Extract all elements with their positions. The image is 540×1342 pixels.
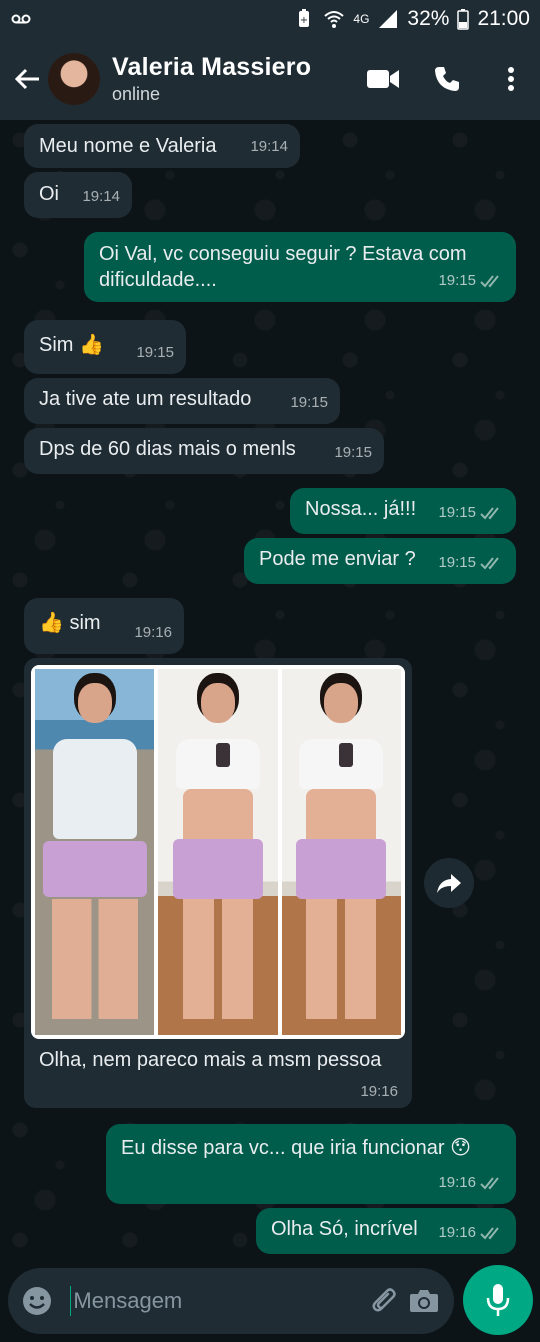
contact-info[interactable]: Valeria Massiero online [112,53,358,105]
wifi-icon [323,8,345,30]
message-incoming[interactable]: Meu nome e Valeria 19:14 [24,124,300,168]
message-time: 19:15 [136,344,174,361]
message-text: Oi [39,183,59,205]
emoji-button[interactable] [22,1283,52,1319]
message-outgoing[interactable]: Eu disse para vc... que iria funcionar 😯… [106,1124,516,1204]
camera-button[interactable] [409,1279,440,1323]
read-ticks-icon [480,275,499,288]
contact-status: online [112,84,161,104]
message-outgoing[interactable]: Pode me enviar ? 19:15 [244,538,516,584]
before-after-photo[interactable] [31,665,405,1039]
battery-percent: 32% [407,7,450,30]
message-input[interactable] [73,1288,362,1314]
message-time: 19:16 [360,1083,398,1100]
message-outgoing[interactable]: Nossa... já!!! 19:15 [290,488,516,534]
message-time: 19:15 [438,272,476,289]
forward-button[interactable] [424,858,474,908]
chat-header: Valeria Massiero online [0,38,540,120]
emoji-icon [23,1287,51,1315]
message-time: 19:15 [438,504,476,521]
message-outgoing[interactable]: Olha Só, incrível 19:16 [256,1208,516,1254]
message-time: 19:15 [290,394,328,411]
chat-area[interactable]: Meu nome e Valeria 19:14 Oi 19:14 Oi Val… [0,120,540,1265]
message-text: Ja tive ate um resultado [39,388,252,410]
battery-saver-icon: + [293,8,315,30]
contact-name: Valeria Massiero [112,53,312,81]
message-text: 👍 sim [39,612,101,634]
message-text: Meu nome e Valeria [39,135,217,157]
photo-panel-after-1 [158,669,278,1035]
phone-icon [435,67,459,91]
image-caption: Olha, nem pareco mais a msm pessoa [39,1049,382,1071]
back-arrow-icon [14,68,39,90]
message-outgoing[interactable]: Oi Val, vc conseguiu seguir ? Estava com… [84,232,516,302]
back-button[interactable] [4,56,50,102]
message-incoming[interactable]: Ja tive ate um resultado 19:15 [24,378,340,424]
avatar[interactable] [48,53,100,105]
network-type: 4G [353,12,370,26]
forward-icon [437,874,461,893]
video-call-button[interactable] [358,54,408,104]
message-text: Nossa... já!!! [305,498,417,520]
message-incoming[interactable]: Oi 19:14 [24,172,132,218]
status-bar: + 4G 32% 21:00 [0,0,540,38]
clock: 21:00 [477,7,530,30]
message-text: Dps de 60 dias mais o menls [39,438,296,460]
voicemail-icon [10,8,32,30]
attach-button[interactable] [369,1279,400,1323]
message-text: Pode me enviar ? [259,548,416,570]
message-time: 19:16 [438,1174,476,1191]
message-time: 19:16 [134,624,172,641]
attach-icon [372,1288,396,1312]
signal-icon [377,8,399,30]
message-time: 19:15 [334,444,372,461]
camera-icon [410,1290,439,1312]
message-time: 19:14 [250,138,288,155]
message-incoming[interactable]: 👍 sim 19:16 [24,598,184,654]
mic-icon [486,1284,510,1316]
message-text: Oi Val, vc conseguiu seguir ? Estava com… [99,243,467,291]
message-time: 19:16 [438,1224,476,1241]
text-cursor [70,1286,72,1316]
more-vert-icon [508,67,514,91]
read-ticks-icon [480,507,499,520]
video-call-icon [367,70,399,88]
message-text: Sim 👍 [39,334,104,356]
message-time: 19:15 [438,554,476,571]
more-options-button[interactable] [486,54,536,104]
message-incoming[interactable]: Sim 👍 19:15 [24,320,186,374]
message-time: 19:14 [82,188,120,205]
voice-call-button[interactable] [422,54,472,104]
message-text: Eu disse para vc... que iria funcionar 😯 [121,1137,471,1159]
message-composer [8,1268,454,1334]
read-ticks-icon [480,557,499,570]
voice-record-button[interactable] [463,1265,533,1335]
read-ticks-icon [480,1227,499,1240]
photo-panel-before [35,669,155,1035]
battery-icon [457,8,470,30]
image-message[interactable]: Olha, nem pareco mais a msm pessoa 19:16 [24,658,412,1108]
message-text: Olha Só, incrível [271,1218,418,1240]
message-incoming[interactable]: Dps de 60 dias mais o menls 19:15 [24,428,384,474]
photo-panel-after-2 [281,669,401,1035]
svg-text:+: + [300,15,308,26]
read-ticks-icon [480,1177,499,1190]
